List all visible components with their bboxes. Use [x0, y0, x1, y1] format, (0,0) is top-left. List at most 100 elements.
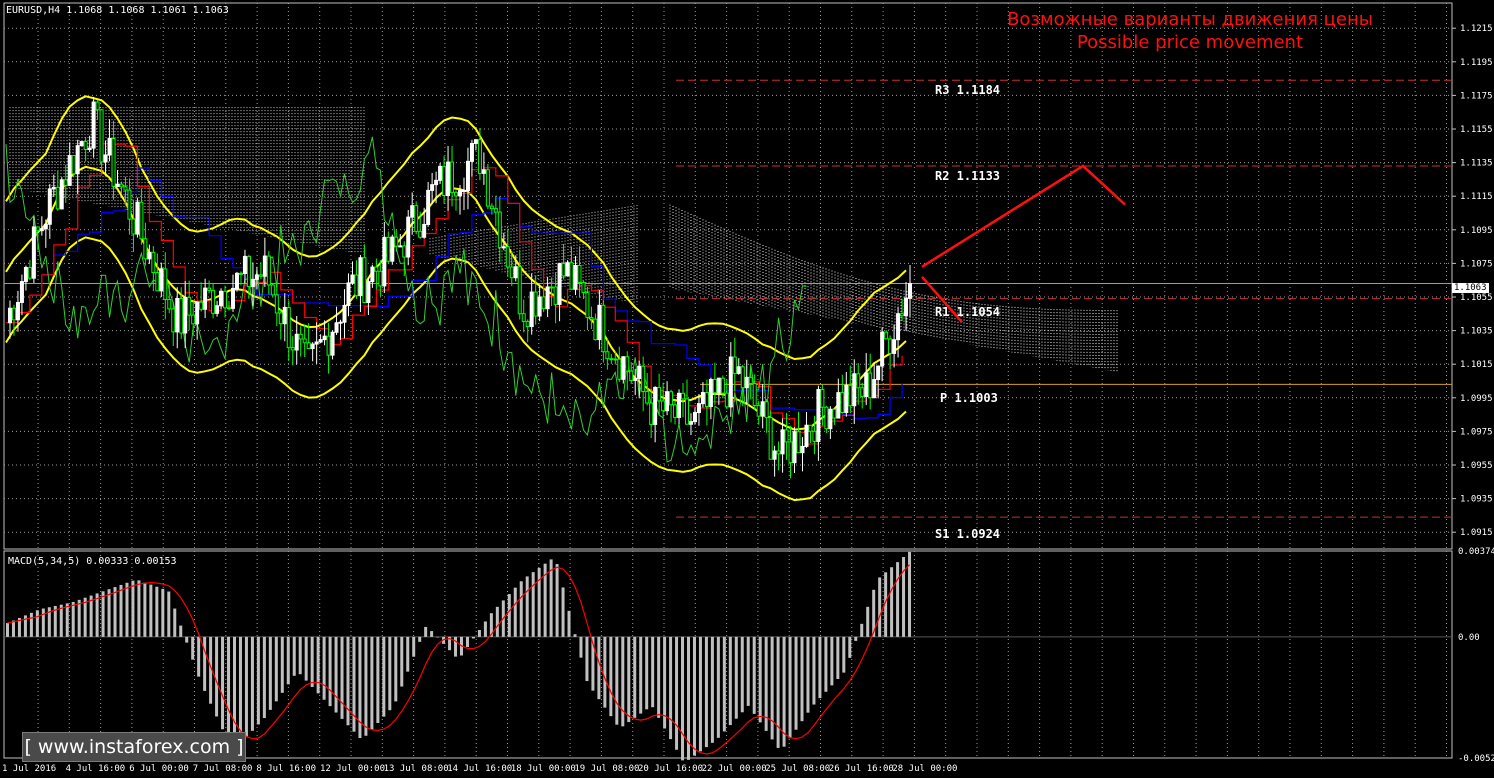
candle-body	[669, 391, 674, 406]
candle-body	[119, 183, 124, 188]
candle-body	[696, 403, 701, 414]
candle-body	[342, 304, 347, 323]
y-tick-label: 1.0935	[1460, 495, 1493, 505]
candle-body	[75, 145, 80, 175]
candle-body	[513, 266, 518, 279]
candle-body	[366, 281, 371, 303]
macd-bar	[890, 567, 894, 637]
candle-body	[597, 304, 602, 341]
macd-bar	[603, 636, 607, 708]
macd-bar	[645, 636, 649, 710]
macd-signal-line	[7, 564, 910, 755]
candle-body	[677, 392, 682, 418]
macd-bar	[776, 636, 780, 748]
candle-body	[374, 266, 379, 272]
y-tick-label: 1.1155	[1460, 125, 1493, 135]
candle-body	[358, 257, 363, 297]
candle-body	[390, 236, 395, 262]
macd-bar	[95, 593, 99, 637]
candle-body	[752, 383, 757, 406]
macd-bar	[418, 636, 422, 642]
macd-bar	[322, 636, 326, 700]
candle-body	[207, 287, 212, 291]
candle-body	[808, 424, 813, 432]
macd-bar	[304, 636, 308, 681]
candle-body	[521, 313, 526, 322]
candle-body	[171, 308, 176, 333]
candle-body	[800, 445, 805, 454]
candle-body	[454, 191, 459, 197]
macd-bar	[274, 636, 278, 702]
candle-body	[330, 331, 335, 356]
x-tick-label: 26 Jul 16:00	[829, 764, 894, 774]
macd-bar	[340, 636, 344, 719]
macd-bar	[280, 636, 284, 693]
candle-body	[641, 365, 646, 392]
candle-body	[764, 401, 769, 419]
candle-body	[776, 450, 781, 455]
candle-body	[481, 169, 486, 174]
candle-body	[617, 358, 622, 380]
candle-body	[306, 342, 311, 349]
candle-body	[83, 141, 88, 151]
x-tick-label: 8 Jul 16:00	[256, 764, 316, 774]
candle-body	[653, 386, 658, 425]
candle-body	[657, 386, 662, 402]
macd-bar	[316, 636, 320, 694]
candle-body	[748, 376, 753, 385]
macd-bar	[561, 587, 565, 637]
candle-body	[864, 372, 869, 398]
candle-body	[87, 147, 92, 151]
macd-bar	[286, 636, 290, 685]
candle-body	[625, 356, 630, 372]
candle-body	[382, 236, 387, 287]
macd-bar	[101, 591, 105, 637]
y-tick-label: 1.0995	[1460, 394, 1493, 404]
candle-body	[700, 392, 705, 405]
x-tick-label: 12 Jul 00:00	[320, 764, 385, 774]
y-tick-label: 1.1095	[1460, 226, 1493, 236]
macd-bar	[262, 636, 266, 719]
candle-body	[326, 335, 331, 356]
candle-body	[59, 179, 64, 210]
candle-body	[414, 205, 419, 232]
macd-bar	[836, 636, 840, 680]
level-r3-label: R3 1.1184	[935, 83, 1001, 97]
macd-bar	[627, 636, 631, 723]
candle-body	[139, 201, 144, 240]
candle-body	[71, 155, 76, 175]
candle-body	[250, 278, 255, 288]
candle-body	[836, 392, 841, 419]
candle-body	[294, 333, 299, 351]
candle-body	[51, 186, 56, 190]
candle-body	[179, 297, 184, 334]
candle-body	[175, 297, 180, 333]
candle-body	[896, 313, 901, 341]
candle-body	[298, 333, 303, 340]
macd-bar	[238, 636, 242, 744]
candle-body	[533, 291, 538, 317]
candle-body	[286, 307, 291, 349]
candle-body	[386, 236, 391, 262]
macd-bar	[842, 636, 846, 673]
macd-y-tick-label: 0.00	[1458, 633, 1480, 643]
macd-bar	[41, 608, 45, 637]
candle-body	[183, 296, 188, 334]
candle-body	[338, 321, 343, 324]
macd-bar	[59, 604, 63, 637]
candle-body	[868, 372, 873, 399]
candle-body	[167, 298, 172, 310]
candle-body	[732, 356, 737, 374]
candle-body	[270, 284, 275, 296]
macd-bar	[11, 620, 15, 637]
candle-body	[840, 392, 845, 413]
macd-bar	[896, 562, 900, 637]
y-tick-label: 1.1055	[1460, 293, 1493, 303]
candle-body	[290, 347, 295, 351]
candle-body	[43, 223, 48, 230]
macd-bar	[722, 636, 726, 732]
macd-bar	[495, 606, 499, 637]
candle-body	[223, 290, 228, 309]
macd-bar	[6, 623, 9, 637]
macd-bar	[651, 636, 655, 708]
